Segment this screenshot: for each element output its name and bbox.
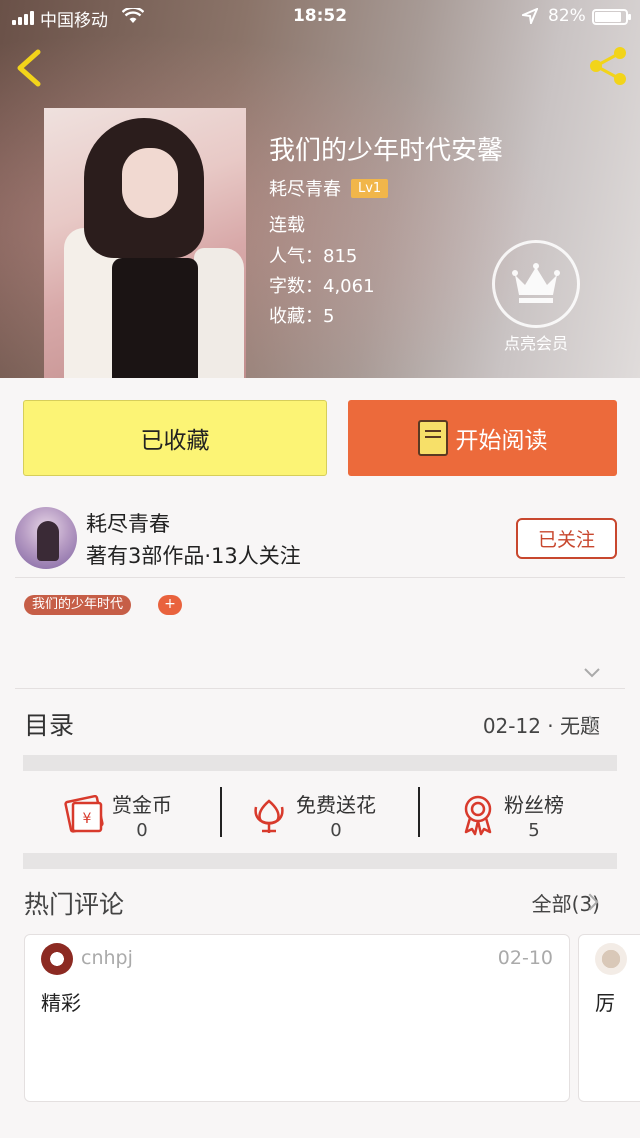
add-tag-button[interactable]: + xyxy=(158,595,182,615)
comment-text: 厉 xyxy=(595,991,615,1015)
book-icon xyxy=(417,420,448,456)
vip-button[interactable]: 点亮会员 xyxy=(492,240,580,355)
words-label: 字数： xyxy=(269,276,323,297)
divider xyxy=(15,688,625,689)
favorites-label: 收藏： xyxy=(269,306,323,327)
following-button[interactable]: 已关注 xyxy=(516,518,617,559)
popularity-label: 人气： xyxy=(269,246,323,267)
book-cover-image[interactable] xyxy=(44,108,246,378)
battery-icon xyxy=(592,9,631,25)
share-icon[interactable] xyxy=(586,46,630,86)
reward-coins-button[interactable]: ¥ 赏金币 0 xyxy=(62,785,172,845)
section-separator xyxy=(23,853,617,869)
divider xyxy=(15,577,625,578)
hot-comments-label: 热门评论 xyxy=(24,890,125,919)
clock: 18:52 xyxy=(292,6,348,26)
book-favorites: 收藏：5 xyxy=(269,302,334,328)
crown-icon xyxy=(492,240,580,328)
fan-ranking-label: 粉丝榜 xyxy=(504,793,564,817)
back-icon[interactable] xyxy=(10,46,50,90)
vip-label: 点亮会员 xyxy=(503,334,568,353)
tag-chip[interactable]: 我们的少年时代 xyxy=(24,595,132,615)
svg-text:¥: ¥ xyxy=(83,811,92,827)
battery-percent: 82% xyxy=(548,6,586,26)
author-name[interactable]: 耗尽青春 xyxy=(86,508,170,538)
favorites-value: 5 xyxy=(323,306,335,327)
comment-card[interactable]: 厉 xyxy=(578,934,640,1102)
words-value: 4,061 xyxy=(323,276,375,297)
fan-ranking-button[interactable]: 粉丝榜 5 xyxy=(460,785,564,845)
author-stats: 著有3部作品·13人关注 xyxy=(86,544,301,568)
comment-date: 02-10 xyxy=(497,947,553,969)
commenter-avatar[interactable] xyxy=(41,943,73,975)
book-popularity: 人气：815 xyxy=(269,242,357,268)
red-envelope-icon: ¥ xyxy=(64,795,104,833)
commenter-avatar[interactable] xyxy=(595,943,627,975)
chevron-down-icon[interactable] xyxy=(582,666,602,680)
book-author[interactable]: 耗尽青春 xyxy=(269,175,341,201)
comment-card[interactable]: cnhpj 02-10 精彩 xyxy=(24,934,570,1102)
level-badge: Lv1 xyxy=(351,178,389,198)
start-reading-button[interactable]: 开始阅读 xyxy=(348,400,617,476)
fan-ranking-value: 5 xyxy=(528,820,540,841)
reward-coins-value: 0 xyxy=(136,820,148,841)
book-author-line: 耗尽青春 Lv1 xyxy=(269,175,389,201)
commenter-name[interactable]: cnhpj xyxy=(81,947,133,969)
popularity-value: 815 xyxy=(323,246,358,267)
send-flower-label: 免费送花 xyxy=(296,793,376,817)
status-bar: 中国移动 18:52 82% xyxy=(0,0,640,34)
start-reading-label: 开始阅读 xyxy=(455,428,548,454)
bottom-fade xyxy=(0,1122,640,1138)
comment-text: 精彩 xyxy=(41,991,81,1015)
divider xyxy=(418,787,420,837)
book-word-count: 字数：4,061 xyxy=(269,272,375,298)
send-flower-button[interactable]: 免费送花 0 xyxy=(250,785,376,845)
book-title: 我们的少年时代安馨 xyxy=(269,136,504,166)
location-icon xyxy=(522,8,538,24)
flower-icon xyxy=(254,799,284,833)
author-avatar[interactable] xyxy=(15,507,77,569)
send-flower-value: 0 xyxy=(330,820,342,841)
book-status: 连载 xyxy=(269,215,305,236)
reward-coins-label: 赏金币 xyxy=(112,793,172,817)
favorited-button[interactable]: 已收藏 xyxy=(23,400,327,476)
catalog-label[interactable]: 目录 xyxy=(24,706,74,742)
divider xyxy=(220,787,222,837)
section-separator xyxy=(23,755,617,771)
medal-icon xyxy=(464,795,492,836)
